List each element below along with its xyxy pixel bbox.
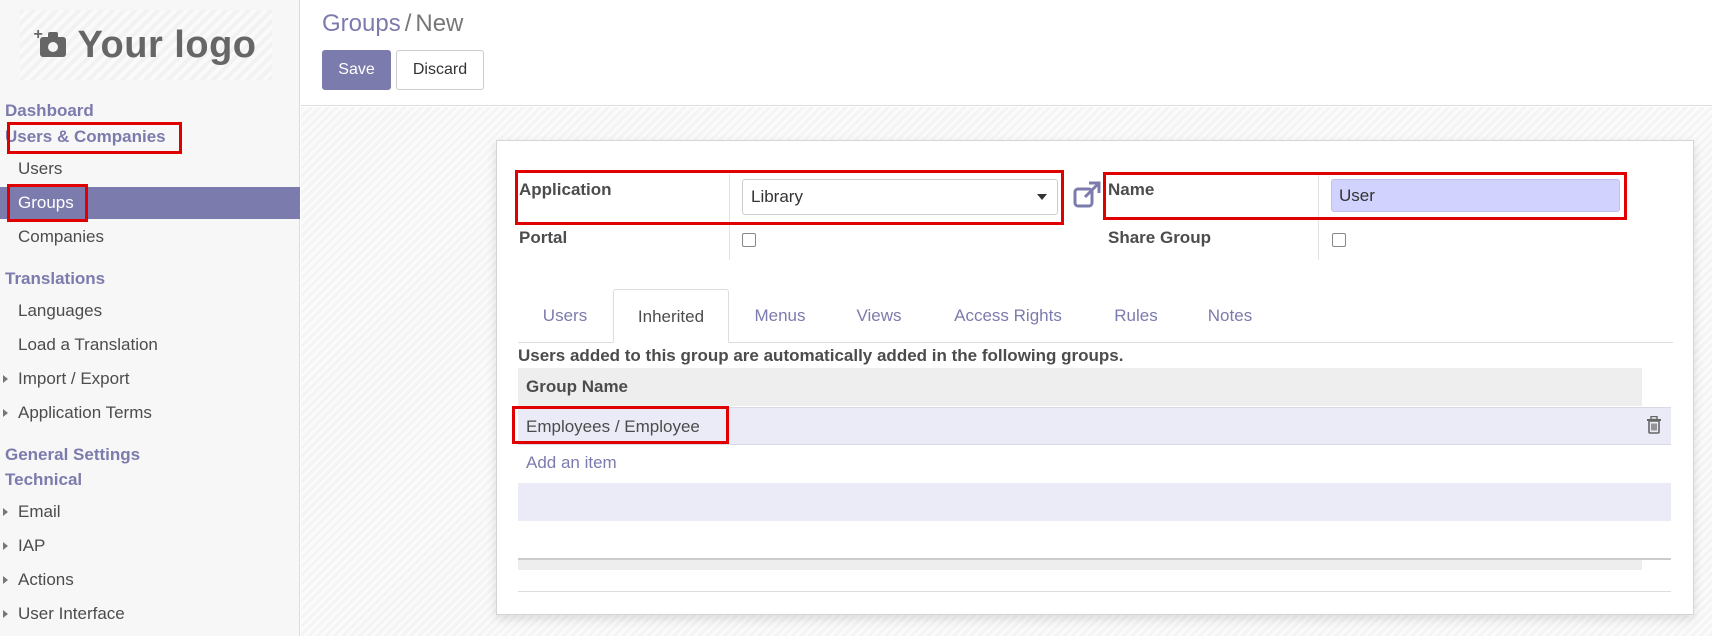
sidebar-item-email[interactable]: Email: [0, 496, 300, 528]
table-row[interactable]: Employees / Employee: [518, 407, 1671, 445]
caret-right-icon: [3, 409, 8, 417]
control-panel: [301, 0, 1712, 106]
field-divider: [729, 174, 730, 260]
breadcrumb-parent-link[interactable]: Groups: [322, 10, 401, 37]
breadcrumb-current: New: [415, 10, 464, 37]
share-group-checkbox[interactable]: [1332, 233, 1346, 247]
portal-label: Portal: [519, 228, 568, 247]
tab-menus[interactable]: Menus: [733, 289, 827, 343]
tab-users[interactable]: Users: [518, 289, 612, 343]
caret-right-icon: [3, 508, 8, 516]
field-divider: [1318, 174, 1319, 260]
sidebar-item-groups[interactable]: Groups: [0, 187, 300, 219]
logo-text: Your logo: [77, 23, 257, 66]
discard-button[interactable]: Discard: [396, 50, 484, 90]
sidebar-item-users[interactable]: Users: [0, 153, 300, 185]
application-select-value: Library: [751, 187, 803, 206]
caret-right-icon: [3, 375, 8, 383]
menu-section-dashboard[interactable]: Dashboard: [5, 101, 94, 121]
menu-section-general-settings[interactable]: General Settings: [5, 445, 140, 465]
tab-rules[interactable]: Rules: [1100, 289, 1172, 343]
application-label: Application: [519, 180, 612, 199]
breadcrumb: Groups / New: [322, 10, 463, 38]
menu-section-translations[interactable]: Translations: [5, 269, 105, 289]
sidebar-item-iap[interactable]: IAP: [0, 530, 300, 562]
breadcrumb-separator: /: [404, 10, 412, 37]
tab-access-rights[interactable]: Access Rights: [935, 289, 1081, 343]
share-group-label: Share Group: [1108, 228, 1211, 247]
table-bottom-line: [518, 591, 1671, 592]
sidebar-item-actions[interactable]: Actions: [0, 564, 300, 596]
sidebar-item-label: Actions: [18, 570, 74, 589]
menu-section-technical[interactable]: Technical: [5, 470, 82, 490]
name-label: Name: [1108, 180, 1155, 199]
sidebar-item-user-interface[interactable]: User Interface: [0, 598, 300, 630]
inherited-info-text: Users added to this group are automatica…: [518, 346, 1124, 365]
sidebar-item-label: IAP: [18, 536, 46, 555]
caret-right-icon: [3, 610, 8, 618]
trash-icon[interactable]: [1646, 416, 1662, 434]
caret-right-icon: [3, 542, 8, 550]
sidebar-item-languages[interactable]: Languages: [0, 295, 300, 327]
application-select[interactable]: Library: [742, 179, 1058, 215]
company-logo[interactable]: + Your logo: [20, 10, 272, 80]
save-button[interactable]: Save: [322, 50, 391, 90]
add-item-link[interactable]: Add an item: [526, 453, 617, 473]
sidebar-item-label: User Interface: [18, 604, 125, 623]
menu-section-users-companies[interactable]: Users & Companies: [5, 127, 166, 147]
camera-plus-icon: +: [34, 26, 70, 62]
tab-inherited[interactable]: Inherited: [613, 289, 729, 343]
sidebar-item-label: Application Terms: [18, 403, 152, 422]
table-footer: [518, 560, 1642, 570]
sidebar-item-companies[interactable]: Companies: [0, 221, 300, 253]
portal-checkbox[interactable]: [742, 233, 756, 247]
column-header-group-name[interactable]: Group Name: [526, 377, 628, 397]
sidebar: + Your logo Dashboard Users & Companies …: [0, 0, 300, 636]
group-name-cell[interactable]: Employees / Employee: [526, 417, 700, 437]
caret-right-icon: [3, 576, 8, 584]
empty-table-row: [518, 483, 1671, 521]
sidebar-item-label: Import / Export: [18, 369, 130, 388]
sidebar-item-load-translation[interactable]: Load a Translation: [0, 329, 300, 361]
tab-notes[interactable]: Notes: [1193, 289, 1267, 343]
external-link-icon[interactable]: [1072, 180, 1102, 210]
tab-views[interactable]: Views: [839, 289, 919, 343]
sidebar-item-label: Email: [18, 502, 61, 521]
sidebar-item-import-export[interactable]: Import / Export: [0, 363, 300, 395]
name-input[interactable]: User: [1331, 179, 1620, 212]
table-header: Group Name: [518, 368, 1642, 406]
chevron-down-icon: [1037, 194, 1047, 200]
sidebar-item-application-terms[interactable]: Application Terms: [0, 397, 300, 429]
